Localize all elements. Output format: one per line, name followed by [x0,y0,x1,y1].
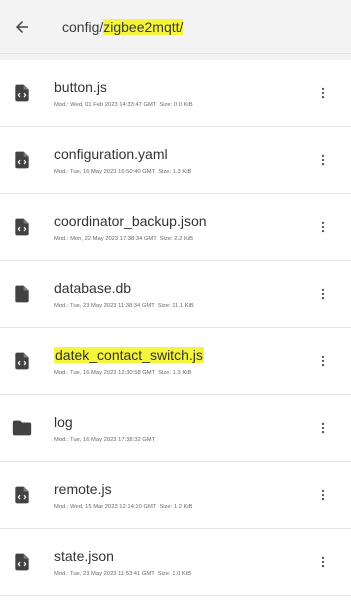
file-name[interactable]: button.js [54,78,311,96]
file-meta: Mod.: Tue, 16 May 2023 12:30:58 GMT Size:… [54,370,311,376]
file-text: coordinator_backup.json Mod.: Mon, 22 Ma… [54,212,311,242]
file-name[interactable]: log [54,413,311,431]
file-name[interactable]: datek_contact_switch.js [54,346,311,364]
more-vert-icon[interactable] [311,81,335,105]
file-meta: Mod.: Wed, 15 Mar 2023 12:14:10 GMT Size:… [54,504,311,510]
more-vert-icon[interactable] [311,483,335,507]
file-row[interactable]: configuration.yaml Mod.: Tue, 16 May 202… [0,127,351,194]
path-highlight: zigbee2mqtt/ [103,18,184,35]
file-text: datek_contact_switch.js Mod.: Tue, 16 Ma… [54,346,311,376]
file-row[interactable]: remote.js Mod.: Wed, 15 Mar 2023 12:14:1… [0,462,351,529]
file-name[interactable]: database.db [54,279,311,297]
file-size: Size: 0.0 KiB [159,102,193,108]
file-name[interactable]: configuration.yaml [54,145,311,163]
file-text: log Mod.: Tue, 16 May 2023 17:38:32 GMT [54,413,311,443]
file-row[interactable]: button.js Mod.: Wed, 01 Feb 2023 14:33:4… [0,60,351,127]
file-row[interactable]: datek_contact_switch.js Mod.: Tue, 16 Ma… [0,328,351,395]
file-meta: Mod.: Tue, 16 May 2023 17:38:32 GMT [54,437,311,443]
file-row[interactable]: coordinator_backup.json Mod.: Mon, 22 Ma… [0,194,351,261]
code-file-icon [10,81,34,105]
file-text: remote.js Mod.: Wed, 15 Mar 2023 12:14:1… [54,480,311,510]
code-file-icon [10,550,34,574]
file-meta: Mod.: Wed, 01 Feb 2023 14:33:47 GMT Size:… [54,102,311,108]
code-file-icon [10,148,34,172]
file-size: Size: 11.1 KiB [157,303,194,309]
file-size: Size: 1.0 KiB [157,571,191,577]
file-meta: Mod.: Tue, 16 May 2023 16:50:40 GMT Size:… [54,169,311,175]
file-size: Size: 1.3 KiB [158,370,192,376]
file-modified: Mod.: Tue, 16 May 2023 16:50:40 GMT [54,169,156,175]
file-meta: Mod.: Tue, 23 May 2023 11:53:41 GMT Size:… [54,571,311,577]
file-name[interactable]: coordinator_backup.json [54,212,311,230]
file-modified: Mod.: Tue, 16 May 2023 17:38:32 GMT [54,437,156,443]
header-bar: config/zigbee2mqtt/ [0,0,351,54]
more-vert-icon[interactable] [311,148,335,172]
file-modified: Mod.: Tue, 23 May 2023 11:38:34 GMT [54,303,155,309]
file-modified: Mod.: Tue, 16 May 2023 12:30:58 GMT [54,370,156,376]
file-size: Size: 1.2 KiB [159,504,193,510]
file-size: Size: 1.3 KiB [158,169,192,175]
file-modified: Mod.: Mon, 22 May 2023 17:38:34 GMT [54,236,157,242]
file-modified: Mod.: Wed, 01 Feb 2023 14:33:47 GMT [54,102,157,108]
more-vert-icon[interactable] [311,550,335,574]
file-row[interactable]: database.db Mod.: Tue, 23 May 2023 11:38… [0,261,351,328]
file-text: database.db Mod.: Tue, 23 May 2023 11:38… [54,279,311,309]
path-prefix: config/ [62,18,104,35]
file-row[interactable]: state.json Mod.: Tue, 23 May 2023 11:53:… [0,529,351,596]
file-modified: Mod.: Tue, 23 May 2023 11:53:41 GMT [54,571,155,577]
file-text: state.json Mod.: Tue, 23 May 2023 11:53:… [54,547,311,577]
file-icon [10,282,34,306]
file-meta: Mod.: Mon, 22 May 2023 17:38:34 GMT Size:… [54,236,311,242]
folder-icon [10,416,34,440]
code-file-icon [10,215,34,239]
current-path: config/zigbee2mqtt/ [62,18,184,35]
file-text: configuration.yaml Mod.: Tue, 16 May 202… [54,145,311,175]
more-vert-icon[interactable] [311,282,335,306]
file-meta: Mod.: Tue, 23 May 2023 11:38:34 GMT Size:… [54,303,311,309]
file-row[interactable]: log Mod.: Tue, 16 May 2023 17:38:32 GMT [0,395,351,462]
file-text: button.js Mod.: Wed, 01 Feb 2023 14:33:4… [54,78,311,108]
arrow-left-icon[interactable] [12,17,32,37]
file-modified: Mod.: Wed, 15 Mar 2023 12:14:10 GMT [54,504,157,510]
file-name[interactable]: remote.js [54,480,311,498]
file-name[interactable]: state.json [54,547,311,565]
file-size: Size: 2.2 KiB [159,236,193,242]
more-vert-icon[interactable] [311,349,335,373]
file-list: button.js Mod.: Wed, 01 Feb 2023 14:33:4… [0,60,351,596]
more-vert-icon[interactable] [311,215,335,239]
code-file-icon [10,483,34,507]
code-file-icon [10,349,34,373]
more-vert-icon[interactable] [311,416,335,440]
